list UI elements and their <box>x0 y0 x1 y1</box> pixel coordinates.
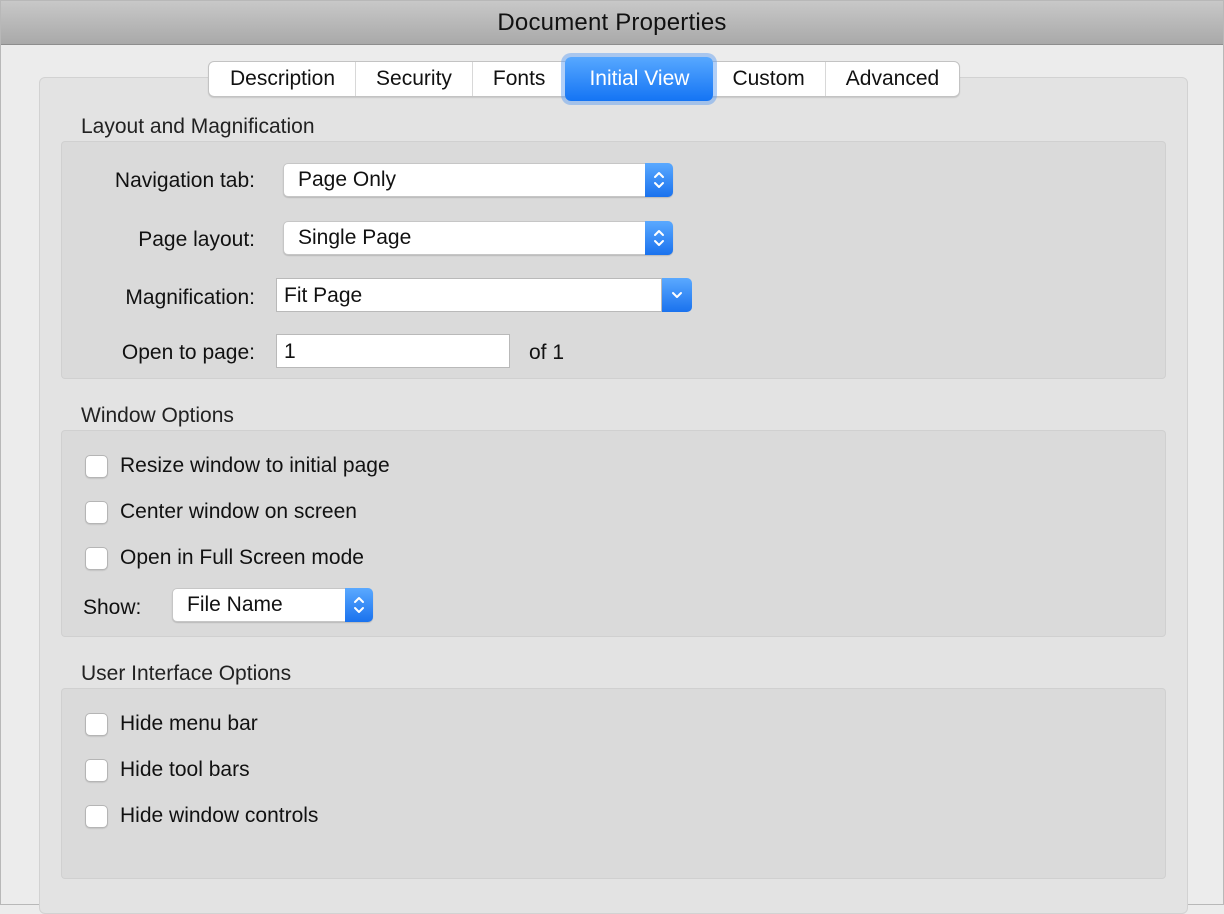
tab-advanced[interactable]: Advanced <box>826 62 959 96</box>
tab-fonts[interactable]: Fonts <box>473 62 567 96</box>
hide-tool-bars-checkbox[interactable] <box>85 758 108 782</box>
center-window-label: Center window on screen <box>120 500 357 523</box>
open-to-page-label: Open to page: <box>121 341 255 364</box>
center-window-option[interactable]: Center window on screen <box>85 500 357 524</box>
ui-options-heading: User Interface Options <box>81 662 292 685</box>
hide-window-controls-checkbox[interactable] <box>85 804 108 828</box>
chevron-down-icon[interactable] <box>662 278 692 312</box>
show-value: File Name <box>187 593 283 616</box>
hide-menu-bar-option[interactable]: Hide menu bar <box>85 712 258 736</box>
show-label: Show: <box>83 596 142 619</box>
title-bar: Document Properties <box>1 1 1223 45</box>
magnification-label: Magnification: <box>125 286 255 309</box>
resize-window-checkbox[interactable] <box>85 454 108 478</box>
magnification-value: Fit Page <box>284 284 363 307</box>
page-layout-value: Single Page <box>298 226 412 249</box>
page-layout-select[interactable]: Single Page <box>283 221 673 255</box>
show-select[interactable]: File Name <box>172 588 373 622</box>
document-properties-dialog: Document Properties Description Security… <box>0 0 1224 914</box>
tab-custom[interactable]: Custom <box>712 62 826 96</box>
full-screen-label: Open in Full Screen mode <box>120 546 364 569</box>
navigation-tab-label: Navigation tab: <box>114 169 255 192</box>
tab-bar: Description Security Fonts Initial View … <box>208 57 961 101</box>
resize-window-label: Resize window to initial page <box>120 454 390 477</box>
hide-menu-bar-checkbox[interactable] <box>85 712 108 736</box>
hide-window-controls-option[interactable]: Hide window controls <box>85 804 318 828</box>
navigation-tab-select[interactable]: Page Only <box>283 163 673 197</box>
open-to-page-input[interactable] <box>277 335 509 367</box>
tab-description[interactable]: Description <box>209 62 357 96</box>
full-screen-option[interactable]: Open in Full Screen mode <box>85 546 364 570</box>
full-screen-checkbox[interactable] <box>85 546 108 570</box>
magnification-combobox[interactable]: Fit Page <box>276 278 692 312</box>
hide-tool-bars-option[interactable]: Hide tool bars <box>85 758 250 782</box>
center-window-checkbox[interactable] <box>85 500 108 524</box>
layout-magnification-heading: Layout and Magnification <box>81 115 315 138</box>
page-layout-label: Page layout: <box>138 228 255 251</box>
hide-tool-bars-label: Hide tool bars <box>120 758 250 781</box>
hide-menu-bar-label: Hide menu bar <box>120 712 258 735</box>
up-down-chevron-icon <box>345 588 373 622</box>
resize-window-option[interactable]: Resize window to initial page <box>85 454 390 478</box>
tab-security[interactable]: Security <box>356 62 473 96</box>
open-to-page-field[interactable] <box>276 334 510 368</box>
hide-window-controls-label: Hide window controls <box>120 804 319 827</box>
page-count-label: of 1 <box>529 341 565 364</box>
up-down-chevron-icon <box>645 163 673 197</box>
tab-initial-view[interactable]: Initial View <box>565 57 714 101</box>
navigation-tab-value: Page Only <box>298 168 397 191</box>
window-title: Document Properties <box>497 8 727 36</box>
up-down-chevron-icon <box>645 221 673 255</box>
window-options-heading: Window Options <box>81 404 234 427</box>
